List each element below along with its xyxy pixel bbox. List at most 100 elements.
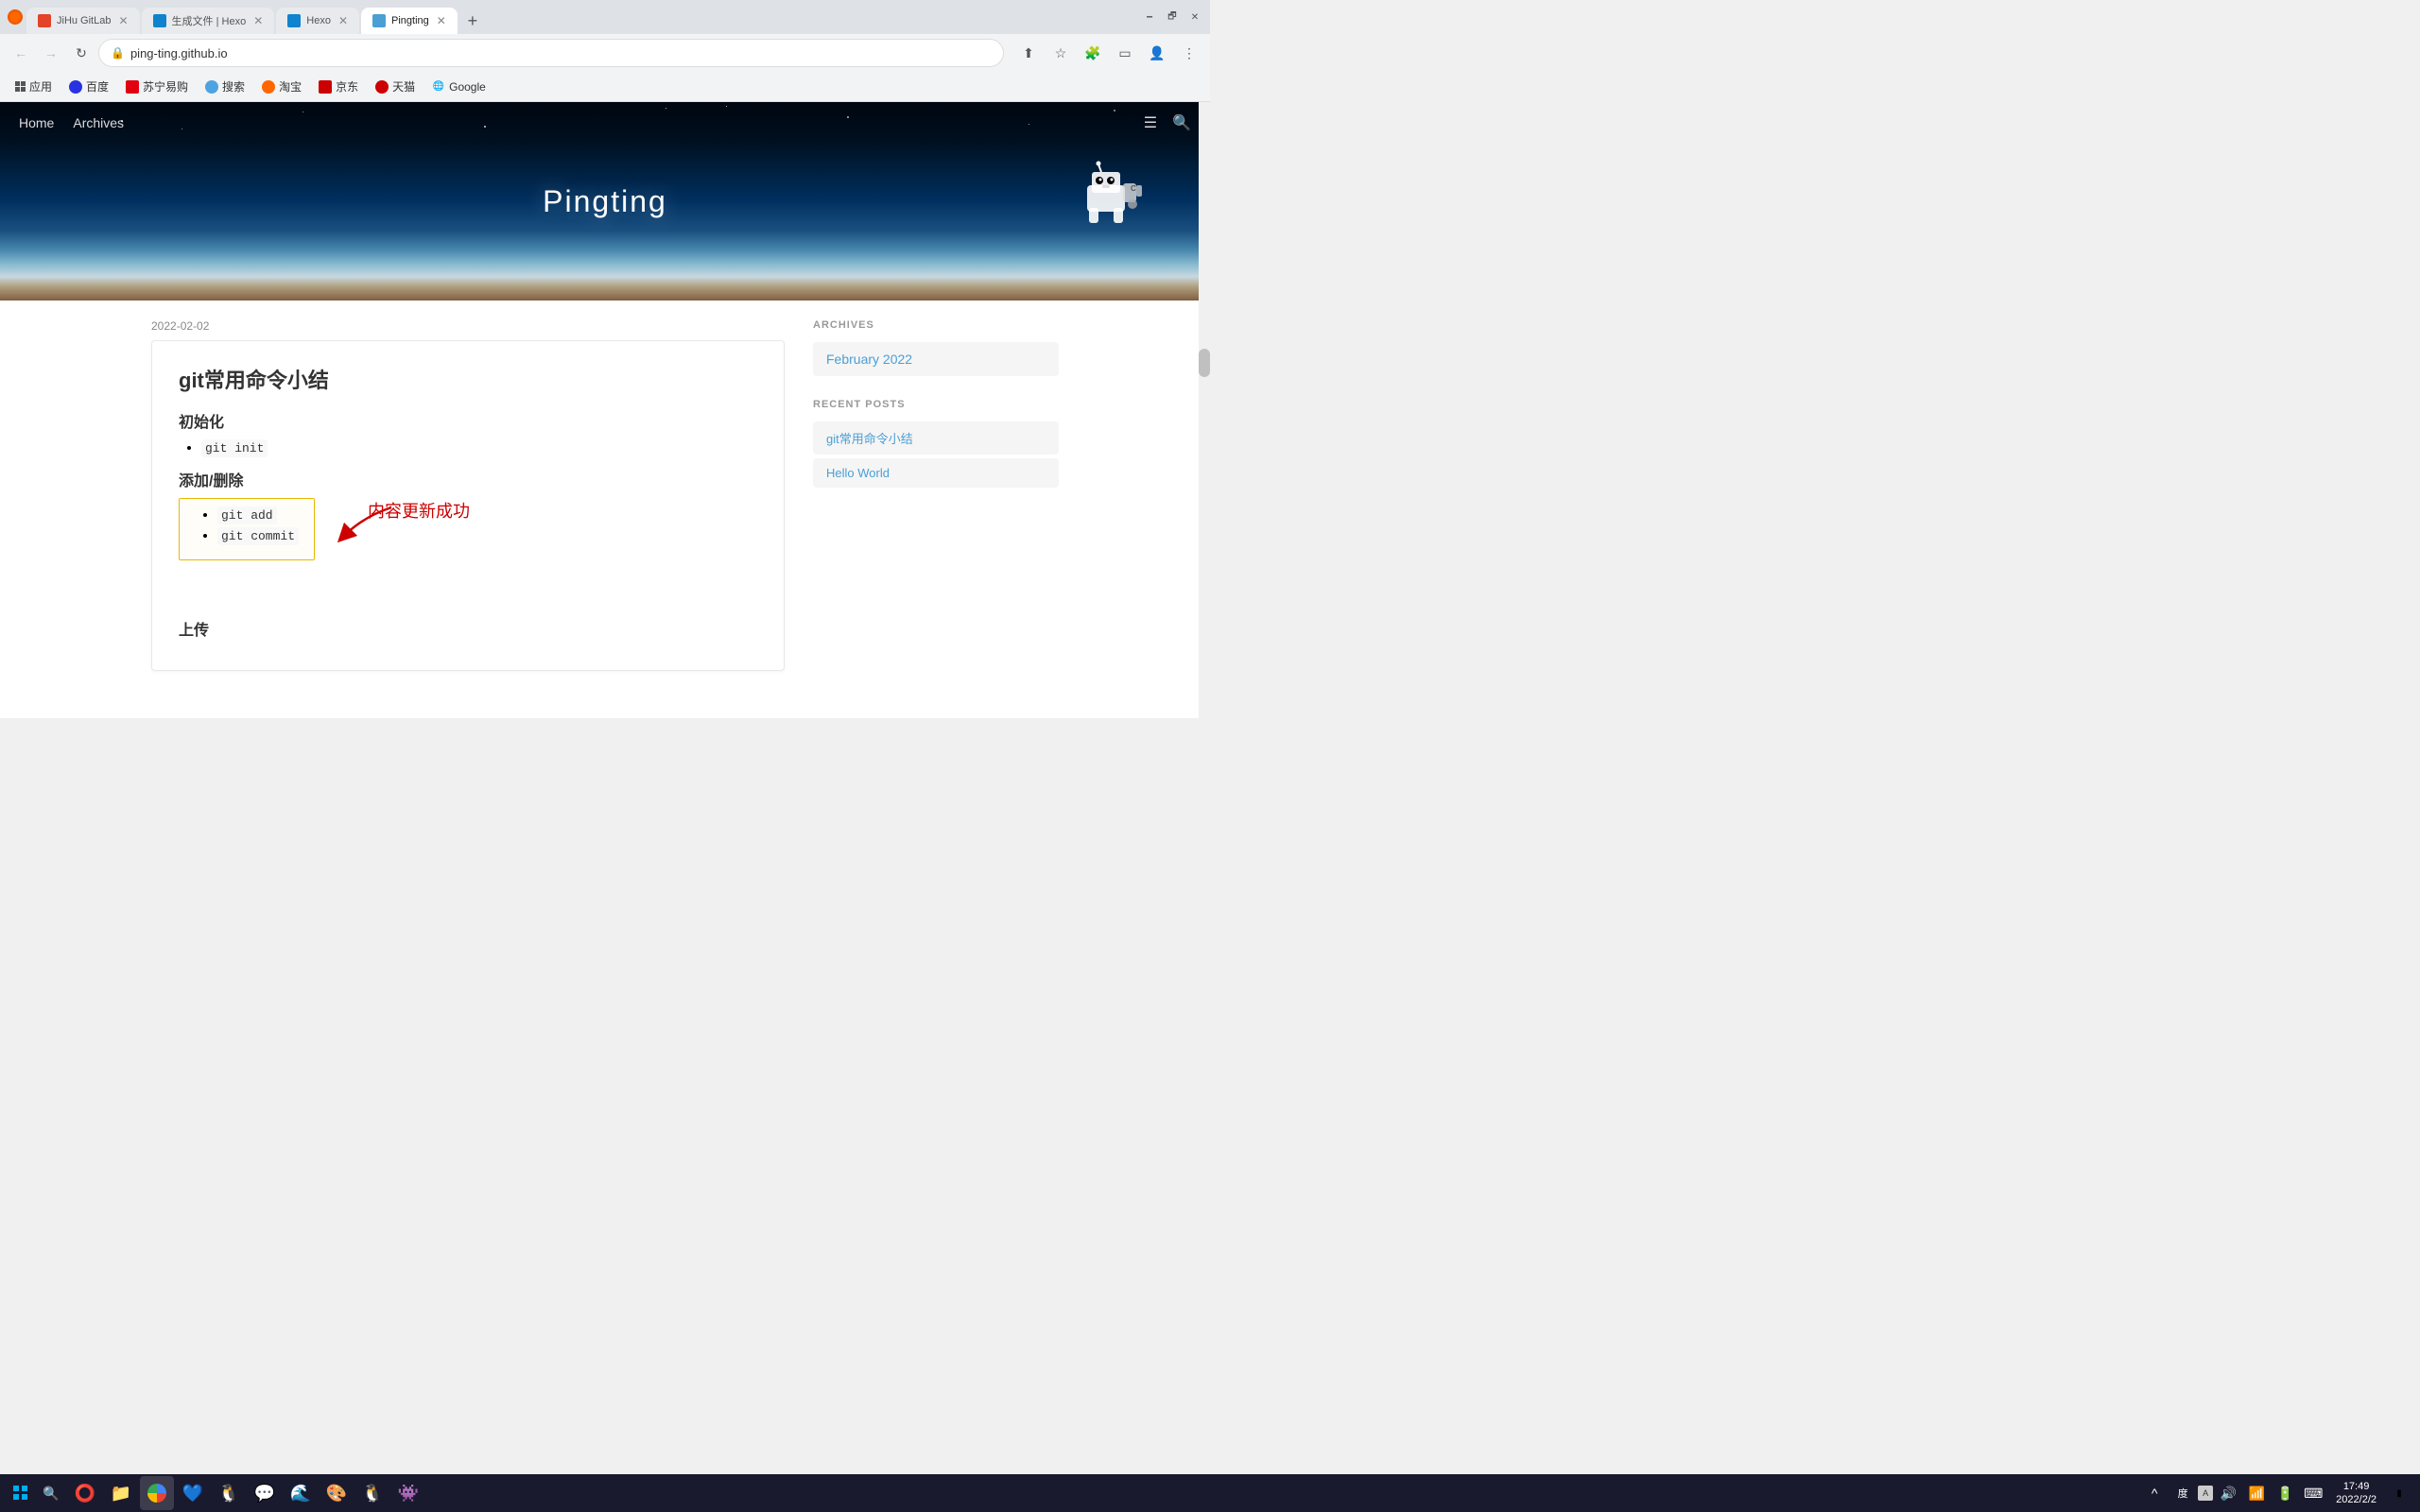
- bookmark-baidu[interactable]: 百度: [61, 76, 116, 97]
- forward-button[interactable]: →: [38, 40, 64, 66]
- taskbar-chrome[interactable]: [140, 1476, 174, 1510]
- hero-banner: Home Archives ☰ 🔍 Pingting: [0, 102, 1210, 301]
- taskbar-qqpenguin[interactable]: 🐧: [212, 1476, 246, 1510]
- content-area: 2022-02-02 git常用命令小结 初始化 git init 添加/删除: [132, 301, 1078, 690]
- tab-close-4[interactable]: ✕: [437, 14, 446, 27]
- tray-volume[interactable]: 🔊: [2215, 1480, 2241, 1506]
- address-actions: ⬆ ☆ 🧩 ▭ 👤 ⋮: [1015, 40, 1202, 66]
- browser-window: JiHu GitLab ✕ 生成文件 | Hexo ✕ Hexo ✕ Pingt…: [0, 0, 1210, 102]
- recent-post-git[interactable]: git常用命令小结: [813, 421, 1059, 455]
- maximize-button[interactable]: 🗗: [1165, 9, 1180, 25]
- tab-hexo[interactable]: Hexo ✕: [276, 8, 359, 34]
- windows-logo-icon: [13, 1486, 28, 1501]
- tab-close-1[interactable]: ✕: [118, 14, 128, 27]
- code-item-add: git add: [217, 507, 277, 524]
- minimize-button[interactable]: 🗕: [1142, 9, 1157, 25]
- taskbar-vscode[interactable]: 💙: [176, 1476, 210, 1510]
- bookmark-search[interactable]: 搜索: [198, 76, 252, 97]
- annotation-container: git add git commit 内容更新成功: [179, 498, 757, 560]
- reload-button[interactable]: ↻: [68, 40, 95, 66]
- scrollbar-thumb[interactable]: [1199, 349, 1210, 377]
- archives-section: ARCHIVES February 2022: [813, 319, 1059, 376]
- taskbar-wechat[interactable]: 💬: [248, 1476, 282, 1510]
- close-button[interactable]: ✕: [1187, 9, 1202, 25]
- bookmark-apps[interactable]: 应用: [8, 76, 60, 97]
- taskbar-cortana[interactable]: ⭕: [68, 1476, 102, 1510]
- taskbar-qqgame[interactable]: 👾: [391, 1476, 425, 1510]
- post-date: 2022-02-02: [151, 319, 785, 333]
- share-button[interactable]: ⬆: [1015, 40, 1042, 66]
- extensions-button[interactable]: 🧩: [1080, 40, 1106, 66]
- bookmark-button[interactable]: ☆: [1047, 40, 1074, 66]
- tray-baidu[interactable]: 度: [2169, 1480, 2196, 1506]
- tray-battery[interactable]: 🔋: [2272, 1480, 2298, 1506]
- archives-title: ARCHIVES: [813, 319, 1059, 331]
- rss-icon[interactable]: ☰: [1144, 113, 1157, 132]
- website-content: Home Archives ☰ 🔍 Pingting: [0, 102, 1210, 718]
- archives-feb-2022[interactable]: February 2022: [813, 342, 1059, 376]
- address-input-wrapper[interactable]: 🔒 ping-ting.github.io: [98, 39, 1004, 67]
- bookmark-label-google: Google: [449, 80, 486, 94]
- window-controls: 🗕 🗗 ✕: [1142, 9, 1202, 25]
- nav-archives[interactable]: Archives: [73, 115, 124, 130]
- bookmark-favicon-search: [205, 80, 218, 94]
- recent-post-hello[interactable]: Hello World: [813, 458, 1059, 488]
- tab-close-3[interactable]: ✕: [338, 14, 348, 27]
- taskbar-items: ⭕ 📁 💙 🐧 💬 🌊 🎨 🐧 👾: [64, 1476, 2137, 1510]
- tray-keyboard[interactable]: ⌨: [2300, 1480, 2326, 1506]
- list-item: git add: [217, 507, 299, 524]
- split-button[interactable]: ▭: [1112, 40, 1138, 66]
- search-nav-icon[interactable]: 🔍: [1172, 113, 1191, 132]
- start-button[interactable]: [4, 1476, 38, 1510]
- bookmark-label-search: 搜索: [222, 78, 245, 94]
- recent-posts-title: RECENT POSTS: [813, 399, 1059, 410]
- tray-input-icon[interactable]: A: [2198, 1486, 2213, 1501]
- nav-home[interactable]: Home: [19, 115, 54, 130]
- bookmark-taobao[interactable]: 淘宝: [254, 76, 309, 97]
- bookmark-label-suning: 苏宁易购: [143, 78, 188, 94]
- tab-close-2[interactable]: ✕: [253, 14, 263, 27]
- tray-network[interactable]: 📶: [2243, 1480, 2270, 1506]
- bookmark-label-jd: 京东: [336, 78, 358, 94]
- title-bar: JiHu GitLab ✕ 生成文件 | Hexo ✕ Hexo ✕ Pingt…: [0, 0, 1210, 34]
- site-nav: Home Archives ☰ 🔍: [0, 113, 1210, 132]
- new-tab-button[interactable]: +: [459, 8, 486, 34]
- tab-label-4: Pingting: [391, 15, 429, 26]
- star: [726, 106, 727, 107]
- bookmark-tmall[interactable]: 天猫: [368, 76, 423, 97]
- bookmark-label-baidu: 百度: [86, 78, 109, 94]
- taskbar-mindmap[interactable]: 🎨: [320, 1476, 354, 1510]
- bookmark-suning[interactable]: 苏宁易购: [118, 76, 196, 97]
- bookmarks-bar: 应用 百度 苏宁易购 搜索 淘宝 京东 天猫 🌐 Google: [0, 72, 1210, 102]
- code-item-commit: git commit: [217, 527, 299, 545]
- tab-favicon-1: [38, 14, 51, 27]
- section3-heading: 上传: [179, 617, 757, 640]
- tab-jihu-gitlab[interactable]: JiHu GitLab ✕: [26, 8, 140, 34]
- tray-expand[interactable]: ^: [2141, 1480, 2168, 1506]
- back-button[interactable]: ←: [8, 40, 34, 66]
- tab-hexo-generate[interactable]: 生成文件 | Hexo ✕: [142, 8, 275, 34]
- main-content: Home Archives ☰ 🔍 Pingting: [0, 102, 1210, 718]
- profile-button[interactable]: 👤: [1144, 40, 1170, 66]
- taskbar-edge[interactable]: 🌊: [284, 1476, 318, 1510]
- taskbar-qq[interactable]: 🐧: [355, 1476, 389, 1510]
- tabs-container: JiHu GitLab ✕ 生成文件 | Hexo ✕ Hexo ✕ Pingt…: [26, 0, 1134, 34]
- section1-heading: 初始化: [179, 409, 757, 432]
- bookmark-favicon-tmall: [375, 80, 389, 94]
- taskbar-clock[interactable]: 17:49 2022/2/2: [2330, 1478, 2382, 1509]
- section2-heading: 添加/删除: [179, 468, 757, 490]
- bookmark-google[interactable]: 🌐 Google: [424, 77, 493, 96]
- tab-label-3: Hexo: [306, 15, 331, 26]
- tab-pingting[interactable]: Pingting ✕: [361, 8, 458, 34]
- menu-button[interactable]: ⋮: [1176, 40, 1202, 66]
- clock-time: 17:49: [2336, 1480, 2377, 1493]
- show-desktop-button[interactable]: ▮: [2382, 1476, 2416, 1510]
- annotation-arrow: [325, 503, 401, 550]
- taskbar-explorer[interactable]: 📁: [104, 1476, 138, 1510]
- bookmark-favicon-jd: [319, 80, 332, 94]
- bookmark-favicon-suning: [126, 80, 139, 94]
- tab-favicon-4: [372, 14, 386, 27]
- taskbar-search-button[interactable]: 🔍: [38, 1480, 64, 1506]
- lock-icon: 🔒: [111, 46, 125, 60]
- bookmark-jd[interactable]: 京东: [311, 76, 366, 97]
